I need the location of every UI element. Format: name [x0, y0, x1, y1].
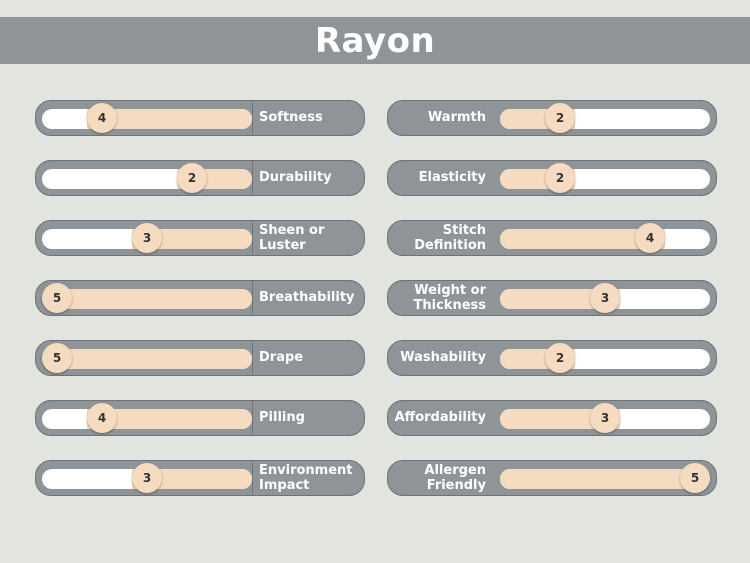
rating-row-durability: 2 Durability [35, 160, 365, 196]
rating-label: Pilling [252, 401, 365, 434]
rating-value-badge: 2 [545, 103, 575, 133]
rating-track: 3 [42, 463, 252, 493]
left-ratings-column: 4 Softness 2 Durability 3 Sheen or Luster 5 Bre… [35, 100, 365, 520]
rating-track: 4 [500, 223, 710, 253]
rating-value-badge: 4 [635, 223, 665, 253]
rating-label: Sheen or Luster [252, 221, 365, 254]
rating-value-badge: 2 [177, 163, 207, 193]
rating-fill [42, 349, 252, 369]
rating-track: 2 [42, 163, 252, 193]
rating-value-badge: 2 [545, 343, 575, 373]
rating-track: 4 [42, 103, 252, 133]
rating-track: 3 [500, 283, 710, 313]
rating-fill [42, 289, 252, 309]
rating-track: 5 [500, 463, 710, 493]
rating-track: 3 [42, 223, 252, 253]
rating-label: Stitch Definition [414, 222, 486, 253]
rating-value-badge: 3 [132, 223, 162, 253]
rating-value-badge: 5 [680, 463, 710, 493]
title-banner: Rayon [0, 17, 750, 64]
rating-value-badge: 4 [87, 403, 117, 433]
rating-value-badge: 3 [132, 463, 162, 493]
rating-label: Durability [252, 161, 365, 194]
rating-value-badge: 2 [545, 163, 575, 193]
rating-track: 5 [42, 343, 252, 373]
rating-label: Warmth [427, 110, 486, 125]
rating-row-elasticity: 2 Elasticity [387, 160, 717, 196]
rating-row-sheen-or-luster: 3 Sheen or Luster [35, 220, 365, 256]
rating-value-badge: 5 [42, 283, 72, 313]
page-title: Rayon [314, 20, 436, 61]
rating-row-softness: 4 Softness [35, 100, 365, 136]
rating-row-stitch-definition: 4 Stitch Definition [387, 220, 717, 256]
rating-row-weight-or-thickness: 3 Weight or Thickness [387, 280, 717, 316]
rating-row-allergen-friendly: 5 Allergen Friendly [387, 460, 717, 496]
rating-value-badge: 5 [42, 343, 72, 373]
right-ratings-column: 2 Warmth 2 Elasticity 4 Stitch Definition 3 Wei… [387, 100, 717, 520]
rating-track: 5 [42, 283, 252, 313]
rating-label: Breathability [252, 281, 365, 314]
rating-label: Washability [400, 350, 486, 365]
rating-row-breathability: 5 Breathability [35, 280, 365, 316]
rating-value-badge: 3 [590, 283, 620, 313]
rating-label: Weight or Thickness [413, 282, 486, 313]
rating-label: Softness [252, 101, 365, 134]
rating-value-badge: 4 [87, 103, 117, 133]
rating-row-drape: 5 Drape [35, 340, 365, 376]
rating-track: 3 [500, 403, 710, 433]
rating-track: 2 [500, 103, 710, 133]
rating-row-environment-impact: 3 Environment Impact [35, 460, 365, 496]
rating-row-affordability: 3 Affordability [387, 400, 717, 436]
rating-value-badge: 3 [590, 403, 620, 433]
rating-row-pilling: 4 Pilling [35, 400, 365, 436]
rating-fill [500, 469, 710, 489]
rating-label: Allergen Friendly [424, 462, 486, 493]
rating-label: Environment Impact [252, 461, 365, 494]
rating-label: Elasticity [418, 170, 486, 185]
rating-row-washability: 2 Washability [387, 340, 717, 376]
rating-label: Affordability [394, 410, 486, 425]
rating-track: 4 [42, 403, 252, 433]
rating-track: 2 [500, 163, 710, 193]
rating-track: 2 [500, 343, 710, 373]
rating-label: Drape [252, 341, 365, 374]
rating-row-warmth: 2 Warmth [387, 100, 717, 136]
